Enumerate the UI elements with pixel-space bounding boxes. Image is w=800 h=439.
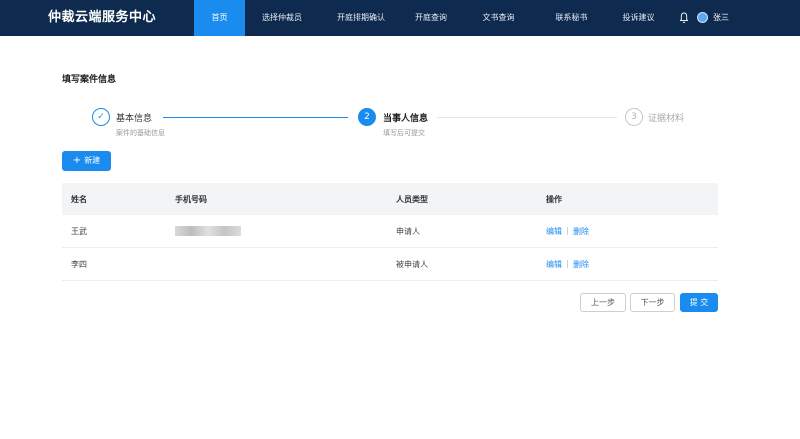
header-name: 姓名 — [71, 194, 87, 204]
main-nav: 首页 选择仲裁员 开庭排期确认 开庭查询 文书查询 联系秘书 投诉建议 — [194, 0, 672, 36]
nav-item-select-arbitrator[interactable]: 选择仲裁员 — [245, 0, 319, 36]
step-connector-done — [163, 117, 348, 118]
previous-step-button[interactable]: 上一步 — [580, 293, 626, 312]
user-name[interactable]: 张三 — [713, 0, 729, 36]
delete-link[interactable]: 删除 — [573, 259, 589, 270]
row-name: 王武 — [71, 226, 87, 236]
header-phone: 手机号码 — [175, 194, 207, 204]
submit-button[interactable]: 提 交 — [680, 293, 718, 312]
row-actions: 编辑 删除 — [546, 248, 589, 280]
row-type: 被申请人 — [396, 259, 428, 269]
new-button[interactable]: + 新建 — [62, 151, 111, 171]
new-button-label: 新建 — [84, 156, 101, 165]
delete-link[interactable]: 删除 — [573, 226, 589, 237]
action-divider — [567, 227, 568, 235]
top-nav-bar: 仲裁云端服务中心 首页 选择仲裁员 开庭排期确认 开庭查询 文书查询 联系秘书 … — [0, 0, 800, 36]
bell-icon[interactable] — [680, 12, 688, 24]
nav-item-hearing-schedule[interactable]: 开庭排期确认 — [319, 0, 403, 36]
row-actions: 编辑 删除 — [546, 215, 589, 247]
step-1-check-icon: ✓ — [92, 108, 110, 126]
party-table: 姓名 手机号码 人员类型 操作 王武 申请人 编辑 删除 李四 被申请人 编辑 … — [62, 183, 718, 281]
next-step-button[interactable]: 下一步 — [630, 293, 675, 312]
step-connector-pending — [437, 117, 617, 118]
row-phone — [175, 215, 241, 247]
edit-link[interactable]: 编辑 — [546, 226, 562, 237]
table-header: 姓名 手机号码 人员类型 操作 — [62, 183, 718, 215]
step-2-title: 当事人信息 — [383, 114, 429, 124]
table-row: 李四 被申请人 编辑 删除 — [62, 248, 718, 281]
row-name: 李四 — [71, 259, 87, 269]
step-3-title: 证据材料 — [648, 114, 685, 124]
header-actions: 操作 — [546, 194, 562, 204]
nav-item-home[interactable]: 首页 — [194, 0, 245, 36]
app-title: 仲裁云端服务中心 — [48, 10, 157, 25]
step-1-description: 案件的基础信息 — [116, 129, 165, 137]
nav-item-complaint[interactable]: 投诉建议 — [605, 0, 672, 36]
row-type: 申请人 — [396, 226, 420, 236]
plus-icon: + — [72, 155, 82, 166]
page-title: 填写案件信息 — [62, 75, 117, 85]
action-divider — [567, 260, 568, 268]
header-type: 人员类型 — [396, 194, 428, 204]
avatar[interactable] — [697, 12, 708, 23]
nav-item-hearing-query[interactable]: 开庭查询 — [403, 0, 459, 36]
nav-item-contact-secretary[interactable]: 联系秘书 — [538, 0, 605, 36]
nav-item-document-query[interactable]: 文书查询 — [459, 0, 538, 36]
table-row: 王武 申请人 编辑 删除 — [62, 215, 718, 248]
step-2-number: 2 — [358, 108, 376, 126]
edit-link[interactable]: 编辑 — [546, 259, 562, 270]
phone-redacted — [175, 226, 241, 236]
step-1-title: 基本信息 — [116, 114, 153, 124]
step-3-number: 3 — [625, 108, 643, 126]
step-2-description: 填写后可提交 — [383, 129, 425, 137]
